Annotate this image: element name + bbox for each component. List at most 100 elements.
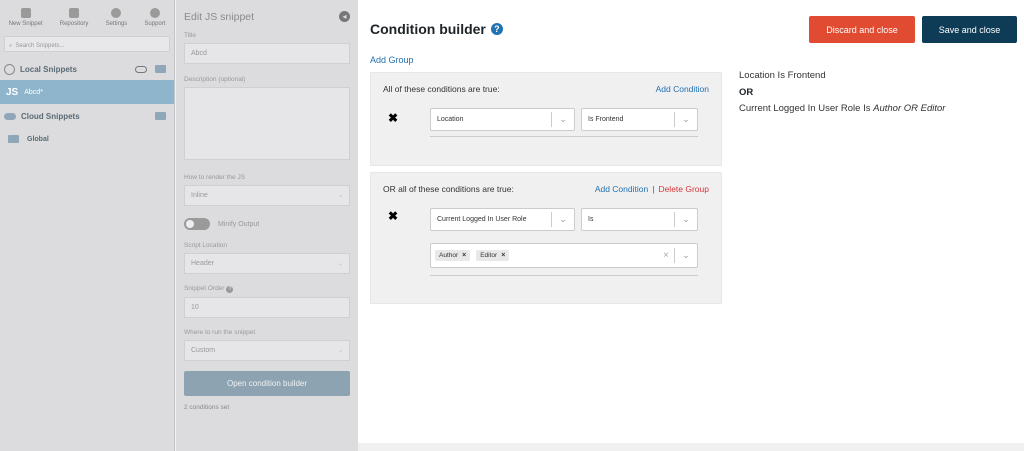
- minify-toggle[interactable]: [184, 218, 210, 230]
- cloud-snippets-label: Cloud Snippets: [21, 111, 80, 121]
- order-label: Snippet Order?: [176, 285, 358, 293]
- snippets-sidebar: New Snippet Repository Settings Support …: [0, 0, 175, 451]
- toggle-icon[interactable]: [135, 65, 147, 73]
- nav-label: Repository: [59, 21, 89, 27]
- remove-condition-icon[interactable]: ✖: [388, 111, 398, 125]
- minify-toggle-row[interactable]: Minify Output: [176, 218, 358, 230]
- location-value: Header: [191, 260, 214, 267]
- chevron-down-icon: ⌄: [337, 348, 343, 354]
- location-label: Script Location: [184, 242, 227, 249]
- remove-tag-icon[interactable]: ×: [501, 252, 505, 259]
- role-multi-select[interactable]: Author × Editor × × ⌄: [430, 243, 698, 268]
- condition-group-1: All of these conditions are true: Add Co…: [370, 72, 722, 166]
- cloud-snippets-header[interactable]: Cloud Snippets: [0, 105, 174, 127]
- remove-tag-icon[interactable]: ×: [462, 252, 466, 259]
- snippet-name: Abcd*: [24, 88, 43, 96]
- delete-group-link[interactable]: Delete Group: [658, 184, 709, 194]
- where-select[interactable]: Custom ⌄: [184, 340, 350, 361]
- condition-operator-select[interactable]: Is ⌄: [581, 208, 698, 231]
- chevron-down-icon: ⌄: [559, 114, 567, 124]
- gear-icon: [111, 8, 122, 18]
- condition-operator-select[interactable]: Is Frontend ⌄: [581, 108, 698, 131]
- summary-line: Current Logged In User Role Is Author OR…: [739, 101, 945, 118]
- where-value: Custom: [191, 347, 216, 354]
- chevron-down-icon: ⌄: [559, 214, 567, 224]
- group-heading: OR all of these conditions are true:: [383, 184, 514, 194]
- title-label: Title: [184, 32, 197, 39]
- discard-button[interactable]: Discard and close: [809, 16, 915, 43]
- open-condition-builder-button[interactable]: Open condition builder: [184, 371, 350, 396]
- select-value: Current Logged In User Role: [437, 216, 527, 223]
- conditions-set-status: 2 conditions set: [184, 404, 230, 411]
- group-header: OR all of these conditions are true: Add…: [383, 184, 709, 194]
- nav-settings[interactable]: Settings: [106, 8, 127, 30]
- condition-field-select[interactable]: Location ⌄: [430, 108, 575, 131]
- editor-title: Edit JS snippet: [184, 10, 255, 23]
- wordpress-icon: [4, 63, 15, 75]
- chevron-down-icon: ⌄: [337, 193, 343, 199]
- nav-repository[interactable]: Repository: [59, 8, 89, 30]
- local-snippets-label: Local Snippets: [20, 64, 77, 74]
- description-field[interactable]: [184, 87, 350, 160]
- save-button[interactable]: Save and close: [922, 16, 1017, 43]
- group-heading: All of these conditions are true:: [383, 84, 500, 94]
- tag-label: Author: [439, 252, 459, 259]
- snippet-item-active[interactable]: JS Abcd*: [0, 80, 174, 104]
- search-icon: ⌕: [9, 42, 13, 49]
- add-folder-icon[interactable]: [155, 65, 166, 73]
- add-group-link[interactable]: Add Group: [370, 55, 414, 65]
- title-value: Abcd: [191, 50, 207, 57]
- divider: [430, 275, 698, 276]
- nav-label: Support: [144, 21, 166, 27]
- tag-label: Editor: [480, 252, 498, 259]
- chevron-down-icon: ⌄: [682, 114, 690, 124]
- select-value: Is Frontend: [588, 116, 624, 123]
- order-label-text: Snippet Order: [184, 285, 225, 292]
- add-folder-icon[interactable]: [155, 112, 166, 120]
- nav-new-snippet[interactable]: New Snippet: [9, 8, 43, 30]
- condition-builder-modal: Condition builder ? Discard and close Sa…: [358, 0, 1024, 443]
- group-header: All of these conditions are true: Add Co…: [383, 84, 709, 94]
- location-select[interactable]: Header ⌄: [184, 253, 350, 274]
- modal-title: Condition builder ?: [370, 21, 503, 37]
- editor-header: Edit JS snippet ◂: [176, 0, 358, 24]
- help-icon[interactable]: ?: [226, 286, 234, 293]
- nav-label: New Snippet: [8, 21, 43, 27]
- sidebar-top-nav: New Snippet Repository Settings Support: [0, 0, 174, 34]
- chevron-down-icon: ⌄: [682, 214, 690, 224]
- folder-label: Global: [27, 135, 49, 143]
- order-field[interactable]: 10: [184, 297, 350, 318]
- nav-support[interactable]: Support: [144, 8, 165, 30]
- add-condition-link[interactable]: Add Condition: [595, 184, 648, 194]
- app-root: New Snippet Repository Settings Support …: [0, 0, 1024, 451]
- help-icon: [149, 8, 160, 18]
- render-select[interactable]: Inline ⌄: [184, 185, 350, 206]
- summary-value: Author OR Editor: [873, 103, 946, 114]
- summary-line: Location Is Frontend: [739, 70, 826, 81]
- help-icon[interactable]: ?: [490, 23, 503, 35]
- render-label: How to render the JS: [184, 174, 246, 181]
- cloud-icon: [4, 112, 16, 120]
- title-field[interactable]: Abcd: [184, 43, 350, 64]
- remove-condition-icon[interactable]: ✖: [388, 209, 398, 223]
- select-value: Is: [588, 216, 594, 223]
- local-snippets-header[interactable]: Local Snippets: [0, 58, 174, 80]
- search-input[interactable]: ⌕ Search Snippets...: [4, 36, 170, 52]
- back-arrow-icon[interactable]: ◂: [339, 11, 350, 22]
- select-value: Location: [437, 116, 464, 123]
- condition-group-2: OR all of these conditions are true: Add…: [370, 172, 722, 304]
- summary-or: OR: [739, 86, 754, 98]
- summary-prefix: Current Logged In User Role Is: [739, 103, 874, 114]
- folder-global[interactable]: Global: [0, 129, 174, 149]
- render-value: Inline: [191, 192, 208, 199]
- order-value: 10: [191, 304, 199, 311]
- clear-icon[interactable]: ×: [658, 250, 674, 261]
- minify-label: Minify Output: [218, 220, 260, 228]
- tag-list: Author × Editor ×: [431, 250, 658, 261]
- add-condition-link[interactable]: Add Condition: [656, 84, 709, 94]
- condition-field-select[interactable]: Current Logged In User Role ⌄: [430, 208, 575, 231]
- link-separator: |: [652, 184, 655, 194]
- conditions-summary: Location Is Frontend OR Current Logged I…: [739, 68, 945, 118]
- where-label: Where to run the snippet: [184, 329, 256, 336]
- tag-chip: Author ×: [435, 250, 471, 261]
